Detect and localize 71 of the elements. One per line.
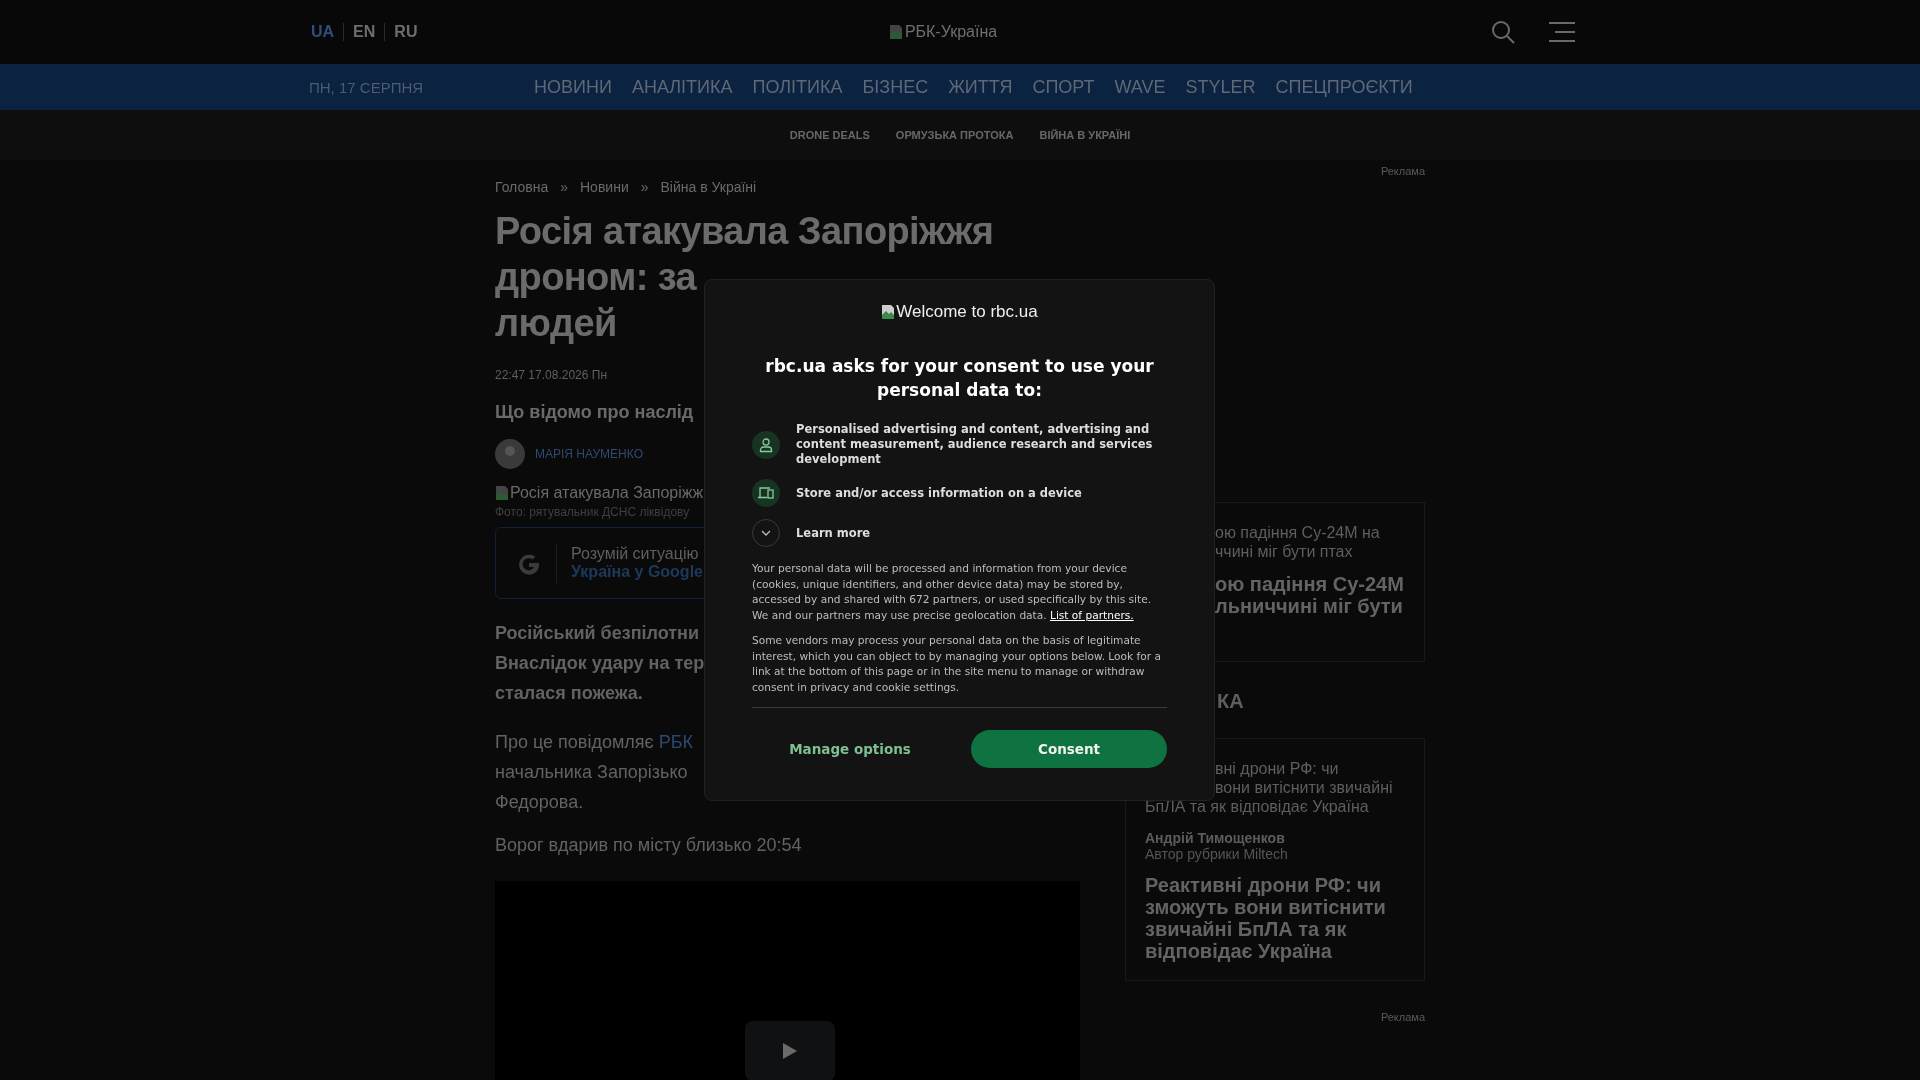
promo-text: Розумій ситуацію: [571, 545, 700, 563]
nav-link[interactable]: WAVE: [1114, 76, 1166, 98]
body-paragraph: Ворог вдарив по місту близько 20:54: [495, 835, 803, 856]
nav-link[interactable]: ЖИТТЯ: [948, 76, 1013, 98]
card-title-line: Реактивні дрони РФ: чи: [1145, 874, 1381, 896]
broken-image-icon: [881, 304, 896, 320]
card-lead-line: ччині міг бути птах: [1215, 542, 1353, 561]
breadcrumb-link[interactable]: Головна: [495, 179, 549, 195]
play-icon: [782, 1042, 798, 1060]
nav-link[interactable]: БІЗНЕС: [862, 76, 929, 98]
breadcrumb-link[interactable]: Новини: [580, 179, 629, 195]
nav-link[interactable]: STYLER: [1185, 76, 1256, 98]
card-title-line: ою падіння Су-24М: [1215, 573, 1404, 595]
lead-text-line: Внаслідок удару на тер: [495, 652, 705, 675]
card-title-line: звичайні БпЛА та як: [1145, 918, 1347, 940]
purpose-text: Personalised advertising and content, advertising and content measurement, audience research and services development: [796, 422, 1154, 467]
topic-link[interactable]: DRONE DEALS: [789, 129, 870, 141]
article-title-line: дроном: за: [495, 255, 697, 300]
card-lead-line: вони витіснити звичайні: [1215, 778, 1393, 797]
article-title-line: Росія атакувала Запоріжжя: [495, 209, 994, 254]
manage-options-button[interactable]: Manage options: [752, 730, 948, 768]
breadcrumb-link[interactable]: Війна в Україні: [660, 179, 757, 195]
card-lead-line: вні дрони РФ: чи: [1215, 759, 1339, 778]
section-heading: КА: [1217, 690, 1244, 712]
card-title-line: льниччині міг бути: [1215, 595, 1403, 617]
logo-alt-text: Welcome to rbc.ua: [896, 302, 1038, 322]
current-date: ПН, 17 СЕРПНЯ: [309, 78, 425, 96]
body-text-line: Федорова.: [495, 791, 584, 814]
breadcrumb-separator: »: [640, 179, 649, 195]
play-button[interactable]: [745, 1021, 835, 1080]
search-icon[interactable]: [1491, 20, 1515, 44]
menu-icon[interactable]: [1549, 22, 1575, 42]
person-icon: [752, 430, 780, 459]
card-author: Андрій Тимощенков: [1145, 830, 1286, 846]
article-subtitle: Що відомо про наслід: [495, 402, 694, 423]
image-alt-text: Росія атакувала Запоріжж: [510, 484, 704, 502]
lead-text-line: сталася пожежа.: [495, 682, 643, 705]
lead-text-line: Російський безпілотни: [495, 622, 700, 645]
language-link[interactable]: EN: [343, 23, 385, 41]
breadcrumb-separator: »: [560, 179, 568, 195]
publish-date: 22:47 17.08.2026 Пн: [495, 368, 607, 382]
consent-heading: rbc.ua asks for your consent to use your personal data to:: [764, 355, 1155, 402]
nav-link[interactable]: ПОЛІТИКА: [752, 76, 843, 98]
card-title-line: зможуть вони витіснити: [1145, 896, 1386, 918]
topic-link[interactable]: ОРМУЗЬКА ПРОТОКА: [895, 129, 1014, 141]
nav-link[interactable]: СПЕЦПРОЄКТИ: [1275, 76, 1413, 98]
logo-alt-text[interactable]: РБК-Україна: [904, 23, 998, 41]
author-link[interactable]: МАРІЯ НАУМЕНКО: [535, 447, 643, 461]
topic-link[interactable]: ВІЙНА В УКРАЇНІ: [1039, 129, 1131, 141]
card-lead-line: ою падіння Су-24М на: [1215, 523, 1380, 542]
devices-icon: [752, 479, 780, 507]
language-link[interactable]: UA: [311, 23, 344, 41]
card-title-line: відповідає Україна: [1145, 940, 1332, 962]
language-link[interactable]: RU: [384, 23, 427, 41]
ad-label: Реклама: [1380, 1011, 1425, 1023]
purpose-text: Store and/or access information on a device: [796, 485, 1082, 501]
article-title-line: людей: [495, 301, 617, 346]
nav-link[interactable]: АНАЛІТИКА: [631, 76, 733, 98]
ad-label: Реклама: [1380, 165, 1425, 177]
body-text-line: Про це повідомляє: [495, 731, 654, 754]
source-link[interactable]: РБК: [658, 727, 694, 757]
broken-image-icon: [495, 485, 509, 501]
consent-button[interactable]: Consent: [971, 730, 1167, 768]
promo-link[interactable]: Україна у Google: [571, 563, 703, 581]
broken-image-icon: [888, 24, 903, 40]
nav-link[interactable]: СПОРТ: [1032, 76, 1095, 98]
author-avatar: [495, 439, 525, 469]
card-author-role: Автор рубрики Miltech: [1145, 846, 1289, 862]
nav-link[interactable]: НОВИНИ: [534, 76, 612, 98]
chevron-icon: [761, 530, 771, 536]
body-text-line: начальника Запорізько: [495, 761, 688, 784]
